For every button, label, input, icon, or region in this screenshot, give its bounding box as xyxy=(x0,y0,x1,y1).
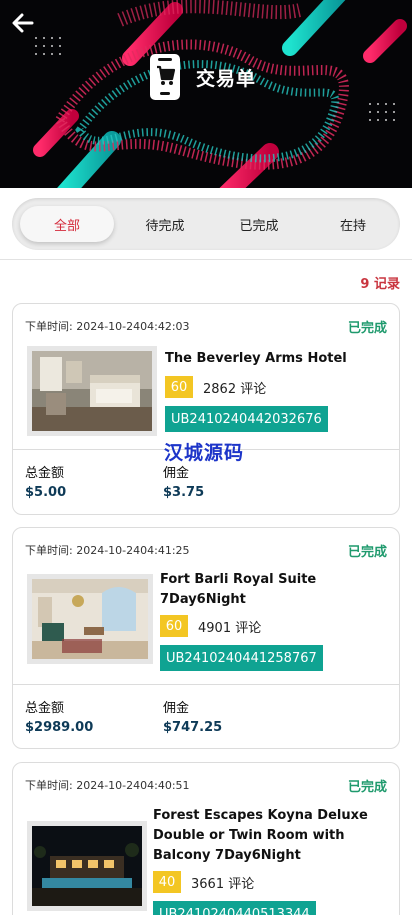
review-count: 4901 评论 xyxy=(198,620,262,636)
hotel-name-line: 7Day6Night xyxy=(160,592,246,607)
review-count: 3661 评论 xyxy=(191,876,255,892)
order-card[interactable]: 下单时间: 2024-10-2404:41:25 已完成 Fort Barli … xyxy=(12,527,400,749)
order-card[interactable]: 下单时间: 2024-10-2404:42:03 已完成 The Beverle… xyxy=(12,303,400,515)
status-badge: 已完成 xyxy=(347,780,387,795)
hotel-name-line: Fort Barli Royal Suite xyxy=(160,572,317,587)
order-number: UB2410240440513344 xyxy=(153,901,316,915)
header-banner: 交易单 xyxy=(0,0,412,188)
hotel-thumbnail[interactable] xyxy=(27,346,157,436)
total-label: 总金额 xyxy=(25,701,65,716)
hotel-thumbnail[interactable] xyxy=(27,821,147,911)
status-badge: 已完成 xyxy=(347,545,387,560)
commission-label: 佣金 xyxy=(163,701,190,716)
tab-holding[interactable]: 在持 xyxy=(306,206,400,242)
shopping-cart-phone-icon xyxy=(150,54,180,100)
divider xyxy=(13,684,399,685)
watermark-text: 汉城源码 xyxy=(164,442,245,464)
tab-completed[interactable]: 已完成 xyxy=(212,206,306,242)
total-label: 总金额 xyxy=(25,466,65,481)
hotel-thumbnail[interactable] xyxy=(27,574,153,664)
record-count: 9 记录 xyxy=(360,277,400,292)
tab-bar-area: 全部 待完成 已完成 在持 xyxy=(0,188,412,260)
hotel-night-image xyxy=(32,826,142,906)
hotel-room-image xyxy=(32,351,152,431)
page-title: 交易单 xyxy=(196,67,257,90)
hotel-name-line: Balcony 7Day6Night xyxy=(153,848,301,863)
back-button[interactable] xyxy=(10,10,36,36)
score-badge: 60 xyxy=(165,376,193,398)
tab-pending[interactable]: 待完成 xyxy=(118,206,212,242)
commission-amount: $3.75 xyxy=(163,485,205,500)
order-time: 下单时间: 2024-10-2404:42:03 xyxy=(25,320,190,333)
tab-all[interactable]: 全部 xyxy=(20,206,114,242)
hotel-name-line: Forest Escapes Koyna Deluxe xyxy=(153,808,368,823)
hotel-name[interactable]: Fort Barli Royal Suite 7Day6Night xyxy=(160,570,316,610)
order-number: UB2410240442032676 xyxy=(165,406,328,432)
tab-bar: 全部 待完成 已完成 在持 xyxy=(12,198,400,250)
total-amount: $2989.00 xyxy=(25,720,94,735)
arrow-left-icon xyxy=(12,13,34,33)
total-amount: $5.00 xyxy=(25,485,67,500)
status-badge: 已完成 xyxy=(347,321,387,336)
hotel-name[interactable]: Forest Escapes Koyna Deluxe Double or Tw… xyxy=(153,806,368,866)
order-number: UB2410240441258767 xyxy=(160,645,323,671)
rating-row: 40 3661 评论 xyxy=(153,871,254,893)
review-count: 2862 评论 xyxy=(203,381,267,397)
score-badge: 40 xyxy=(153,871,181,893)
hotel-name[interactable]: The Beverley Arms Hotel xyxy=(165,349,347,369)
order-time: 下单时间: 2024-10-2404:40:51 xyxy=(25,779,190,792)
commission-amount: $747.25 xyxy=(163,720,223,735)
page-title-group: 交易单 xyxy=(150,54,256,100)
hotel-name-line: Double or Twin Room with xyxy=(153,828,345,843)
order-time: 下单时间: 2024-10-2404:41:25 xyxy=(25,544,190,557)
score-badge: 60 xyxy=(160,615,188,637)
rating-row: 60 2862 评论 xyxy=(165,376,266,398)
order-card[interactable]: 下单时间: 2024-10-2404:40:51 已完成 Forest Esca… xyxy=(12,762,400,915)
rating-row: 60 4901 评论 xyxy=(160,615,261,637)
hotel-room-image xyxy=(32,579,148,659)
